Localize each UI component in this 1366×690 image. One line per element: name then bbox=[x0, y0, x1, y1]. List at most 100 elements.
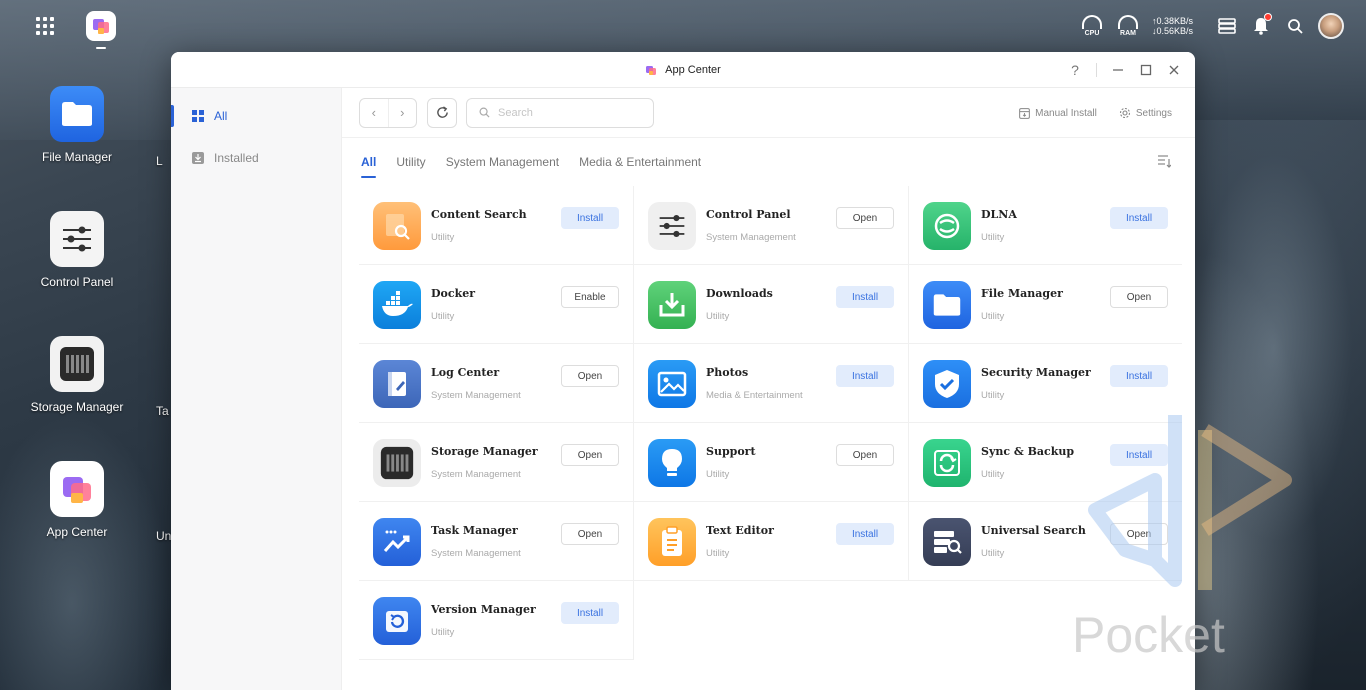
app-launcher-button[interactable] bbox=[24, 5, 66, 47]
settings-button[interactable]: Settings bbox=[1119, 107, 1172, 119]
close-button[interactable] bbox=[1167, 63, 1181, 77]
app-category: Utility bbox=[981, 311, 1005, 322]
list-view-toggle[interactable] bbox=[1157, 154, 1172, 168]
app-card-photos[interactable]: Photos Media & Entertainment Install bbox=[634, 344, 909, 423]
install-button[interactable]: Install bbox=[836, 365, 894, 387]
cpu-gauge[interactable]: CPU bbox=[1080, 13, 1104, 39]
control-panel-icon bbox=[648, 202, 696, 250]
app-card-file-manager[interactable]: File Manager Utility Open bbox=[909, 265, 1182, 344]
task-manager-icon bbox=[373, 518, 421, 566]
desktop-file-manager[interactable]: File Manager bbox=[26, 86, 128, 211]
install-button[interactable]: Install bbox=[561, 207, 619, 229]
app-card-task-manager[interactable]: Task Manager System Management Open bbox=[359, 502, 634, 581]
app-category: Utility bbox=[981, 390, 1005, 401]
search-icon[interactable] bbox=[1284, 15, 1306, 37]
settings-label: Settings bbox=[1135, 107, 1172, 119]
install-button[interactable]: Install bbox=[561, 602, 619, 624]
bell-icon[interactable] bbox=[1250, 13, 1272, 37]
ram-gauge[interactable]: RAM bbox=[1116, 13, 1140, 39]
app-card-downloads[interactable]: Downloads Utility Install bbox=[634, 265, 909, 344]
desktop-control-panel[interactable]: Control Panel bbox=[26, 211, 128, 336]
app-category: Utility bbox=[706, 311, 730, 322]
sidebar-item-installed[interactable]: Installed bbox=[171, 137, 341, 179]
dlna-icon bbox=[923, 202, 971, 250]
desktop-storage-manager[interactable]: Storage Manager bbox=[26, 336, 128, 461]
divider bbox=[1096, 63, 1097, 77]
open-button[interactable]: Open bbox=[1110, 523, 1168, 545]
desktop-label: File Manager bbox=[41, 150, 113, 164]
install-button[interactable]: Install bbox=[1110, 444, 1168, 466]
notification-dot bbox=[1264, 13, 1272, 21]
app-center-icon bbox=[50, 461, 104, 517]
search-box[interactable] bbox=[466, 97, 654, 128]
app-category: System Management bbox=[431, 469, 521, 480]
app-name: Support bbox=[706, 445, 756, 458]
grid-icon bbox=[191, 110, 204, 123]
help-button[interactable]: ? bbox=[1068, 62, 1082, 78]
support-icon bbox=[648, 439, 696, 487]
install-box-icon bbox=[1019, 107, 1031, 119]
sidebar: All Installed bbox=[171, 88, 342, 690]
app-name: DLNA bbox=[981, 208, 1017, 221]
open-button[interactable]: Open bbox=[836, 207, 894, 229]
storage-manager-icon bbox=[373, 439, 421, 487]
forward-button[interactable]: › bbox=[387, 98, 417, 127]
user-avatar[interactable] bbox=[1318, 13, 1344, 39]
open-button[interactable]: Open bbox=[1110, 286, 1168, 308]
tab-all[interactable]: All bbox=[361, 138, 377, 186]
tab-utility[interactable]: Utility bbox=[396, 138, 425, 186]
app-category: Utility bbox=[981, 469, 1005, 480]
maximize-button[interactable] bbox=[1139, 63, 1153, 77]
app-card-content-search[interactable]: Content Search Utility Install bbox=[359, 186, 634, 265]
app-category: Utility bbox=[431, 627, 455, 638]
install-button[interactable]: Install bbox=[836, 523, 894, 545]
app-center-window: App Center ? All Installed ‹ › Search Ma… bbox=[171, 52, 1195, 690]
install-button[interactable]: Install bbox=[1110, 207, 1168, 229]
app-card-docker[interactable]: Docker Utility Enable bbox=[359, 265, 634, 344]
back-button[interactable]: ‹ bbox=[360, 99, 388, 127]
sidebar-item-all[interactable]: All bbox=[171, 95, 341, 137]
install-button[interactable]: Install bbox=[836, 286, 894, 308]
server-icon[interactable] bbox=[1216, 15, 1238, 37]
app-card-version-manager[interactable]: Version Manager Utility Install bbox=[359, 581, 634, 660]
search-input[interactable] bbox=[498, 106, 648, 119]
app-center-icon bbox=[646, 65, 657, 75]
app-card-storage-manager[interactable]: Storage Manager System Management Open bbox=[359, 423, 634, 502]
file-manager-icon bbox=[923, 281, 971, 329]
tab-media-entertainment[interactable]: Media & Entertainment bbox=[579, 138, 701, 186]
sidebar-item-label: Installed bbox=[214, 151, 259, 165]
minimize-button[interactable] bbox=[1111, 63, 1125, 77]
app-card-universal-search[interactable]: Universal Search Utility Open bbox=[909, 502, 1182, 581]
open-button[interactable]: Open bbox=[561, 365, 619, 387]
install-button[interactable]: Install bbox=[1110, 365, 1168, 387]
app-name: Security Manager bbox=[981, 366, 1091, 379]
app-card-text-editor[interactable]: Text Editor Utility Install bbox=[634, 502, 909, 581]
app-category: System Management bbox=[431, 390, 521, 401]
app-category: System Management bbox=[706, 232, 796, 243]
taskbar-app-center[interactable] bbox=[86, 11, 116, 49]
enable-button[interactable]: Enable bbox=[561, 286, 619, 308]
app-card-control-panel[interactable]: Control Panel System Management Open bbox=[634, 186, 909, 265]
app-card-sync-backup[interactable]: Sync & Backup Utility Install bbox=[909, 423, 1182, 502]
app-card-support[interactable]: Support Utility Open bbox=[634, 423, 909, 502]
grid-icon bbox=[36, 17, 54, 35]
photos-icon bbox=[648, 360, 696, 408]
app-card-security-manager[interactable]: Security Manager Utility Install bbox=[909, 344, 1182, 423]
text-editor-icon bbox=[648, 518, 696, 566]
app-card-log-center[interactable]: Log Center System Management Open bbox=[359, 344, 634, 423]
desktop-app-center[interactable]: App Center bbox=[26, 461, 128, 586]
app-card-dlna[interactable]: DLNA Utility Install bbox=[909, 186, 1182, 265]
tab-system-management[interactable]: System Management bbox=[446, 138, 559, 186]
window-titlebar[interactable]: App Center ? bbox=[171, 52, 1195, 88]
open-button[interactable]: Open bbox=[836, 444, 894, 466]
upload-speed: ↑0.38KB/s bbox=[1152, 16, 1194, 26]
refresh-icon bbox=[436, 106, 448, 118]
top-bar: CPU RAM ↑0.38KB/s ↓0.56KB/s bbox=[0, 0, 1366, 52]
sync-backup-icon bbox=[923, 439, 971, 487]
open-button[interactable]: Open bbox=[561, 523, 619, 545]
sidebar-item-label: All bbox=[214, 109, 228, 123]
manual-install-button[interactable]: Manual Install bbox=[1019, 108, 1097, 119]
open-button[interactable]: Open bbox=[561, 444, 619, 466]
refresh-button[interactable] bbox=[427, 97, 457, 128]
ram-label: RAM bbox=[1120, 30, 1136, 37]
